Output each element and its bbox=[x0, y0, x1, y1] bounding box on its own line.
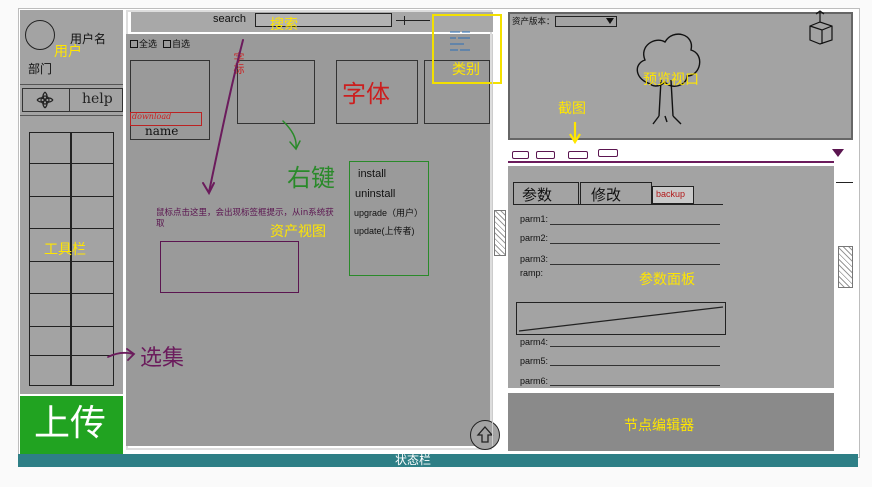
param-panel: 参数 修改 backup parm1: parm2: parm3: ramp: … bbox=[508, 166, 834, 388]
screenshot-annotation: 截图 bbox=[558, 101, 586, 117]
param-field[interactable] bbox=[550, 224, 720, 225]
tab-params-label: 参数 bbox=[522, 186, 553, 204]
param-label: parm2: bbox=[520, 233, 549, 243]
ramp-widget[interactable] bbox=[516, 302, 726, 335]
thumbnail[interactable] bbox=[512, 151, 529, 159]
version-select[interactable] bbox=[555, 16, 617, 27]
chevron-down-icon[interactable] bbox=[832, 149, 844, 157]
thumbnail-strip bbox=[508, 142, 853, 164]
preview-annotation: 预览视口 bbox=[643, 72, 699, 88]
param-field[interactable] bbox=[550, 243, 720, 244]
param-label: ramp: bbox=[520, 268, 544, 278]
node-editor-annotation: 节点编辑器 bbox=[624, 418, 694, 434]
cube-icon bbox=[809, 10, 833, 45]
param-label: parm4: bbox=[520, 337, 549, 347]
tab-backup[interactable]: backup bbox=[652, 186, 694, 204]
tab-modify[interactable]: 修改 bbox=[580, 182, 652, 205]
tab-params[interactable]: 参数 bbox=[513, 182, 579, 205]
chevron-down-icon bbox=[606, 18, 614, 24]
param-label: parm5: bbox=[520, 356, 549, 366]
param-scrollbar[interactable] bbox=[836, 166, 853, 388]
thumbnail[interactable] bbox=[536, 151, 555, 159]
param-label: parm3: bbox=[520, 254, 549, 264]
tab-backup-label: backup bbox=[656, 189, 686, 199]
tab-underline bbox=[513, 204, 723, 205]
param-field[interactable] bbox=[550, 346, 720, 347]
status-bar: 状态栏 bbox=[18, 453, 858, 467]
status-bar-label: 状态栏 bbox=[395, 453, 432, 467]
param-field[interactable] bbox=[550, 264, 720, 265]
thumbnail[interactable] bbox=[568, 151, 588, 159]
param-label: parm6: bbox=[520, 376, 549, 386]
thumbnail[interactable] bbox=[598, 149, 618, 157]
tab-modify-label: 修改 bbox=[591, 186, 622, 204]
version-label: 资产版本： bbox=[512, 17, 555, 27]
asset-scrollbar[interactable] bbox=[492, 34, 506, 446]
param-field[interactable] bbox=[550, 365, 720, 366]
params-annotation: 参数面板 bbox=[639, 272, 695, 288]
param-field[interactable] bbox=[550, 385, 720, 386]
strip-underline bbox=[508, 161, 834, 163]
param-label: parm1: bbox=[520, 214, 549, 224]
